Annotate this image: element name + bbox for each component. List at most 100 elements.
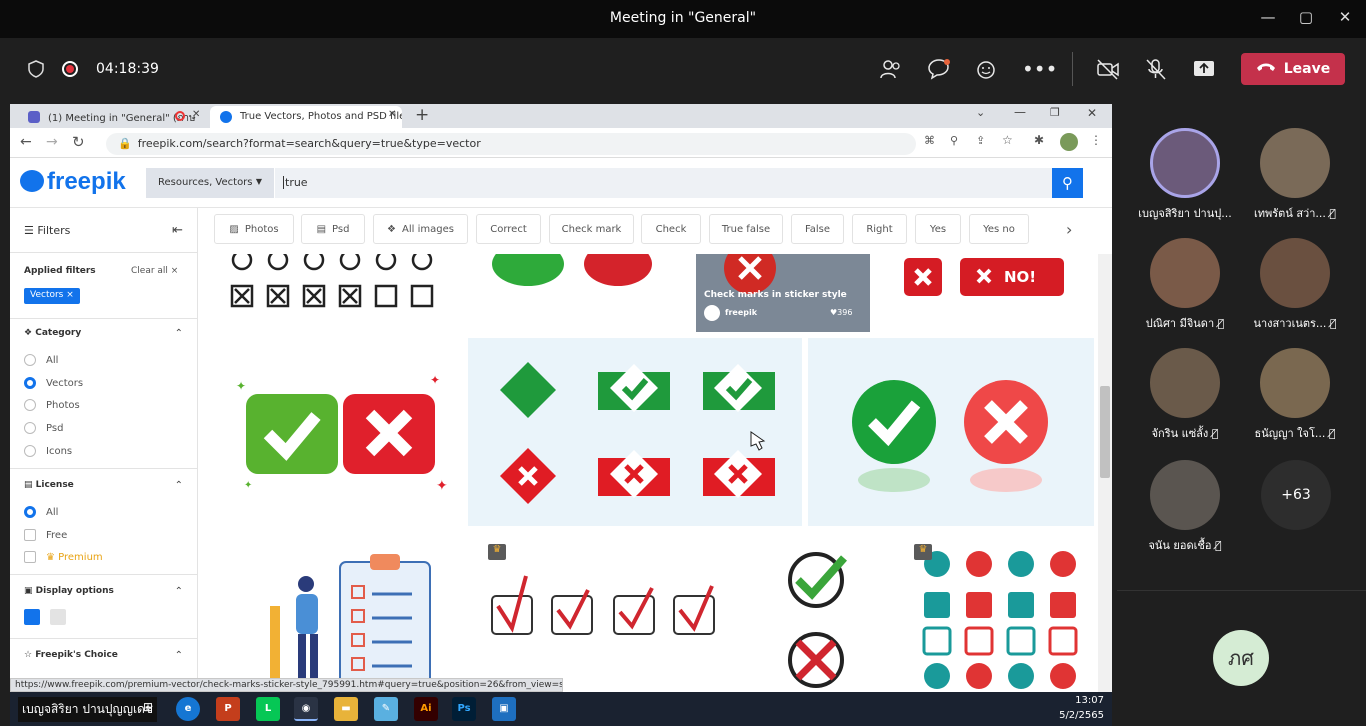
chip-correct[interactable]: Correct — [476, 214, 541, 244]
chip-check-mark[interactable]: Check mark — [549, 214, 634, 244]
share-icon[interactable]: ⇪ — [976, 134, 985, 147]
search-input[interactable]: true — [275, 168, 1053, 198]
participant-tile[interactable]: นางสาวเนตร... 🎙̸ — [1247, 238, 1343, 332]
illustrator-icon[interactable]: Ai — [414, 697, 438, 721]
result-thumbnail[interactable] — [222, 536, 470, 692]
chevron-up-icon[interactable]: ⌃ — [175, 586, 183, 597]
notepad-icon[interactable]: ✎ — [374, 697, 398, 721]
chevron-up-icon[interactable]: ⌃ — [175, 480, 183, 491]
browser-restore-button[interactable]: ❐ — [1050, 106, 1060, 119]
back-arrow-icon[interactable]: ← — [20, 134, 32, 150]
category-option-photos[interactable]: Photos — [24, 399, 80, 411]
mosaic-view-icon[interactable] — [50, 609, 66, 625]
photoshop-icon[interactable]: Ps — [452, 697, 476, 721]
chat-icon[interactable] — [926, 58, 952, 80]
search-scope-select[interactable]: Resources, Vectors ▼ — [146, 168, 274, 198]
category-option-icons[interactable]: Icons — [24, 445, 72, 457]
category-option-psd[interactable]: Psd — [24, 422, 63, 434]
self-avatar[interactable]: ภศ — [1213, 630, 1269, 686]
share-screen-icon[interactable] — [1191, 58, 1217, 80]
chip-photos[interactable]: ▨ Photos — [214, 214, 294, 244]
chip-all-images[interactable]: ❖ All images — [373, 214, 468, 244]
close-tab-icon[interactable]: ✕ — [388, 109, 396, 120]
result-thumbnail[interactable] — [468, 254, 690, 332]
profile-avatar[interactable] — [1060, 133, 1078, 151]
reload-icon[interactable]: ↻ — [72, 133, 85, 151]
result-thumbnail[interactable] — [732, 536, 896, 692]
browser-minimize-button[interactable]: — — [1014, 105, 1026, 119]
reactions-icon[interactable] — [974, 58, 1000, 80]
camera-off-icon[interactable] — [1095, 58, 1121, 80]
chevron-up-icon[interactable]: ⌃ — [175, 650, 183, 661]
license-heading[interactable]: ▤ License — [24, 480, 74, 490]
leave-button[interactable]: Leave — [1241, 53, 1345, 85]
result-thumbnail[interactable] — [210, 254, 458, 332]
mic-muted-icon[interactable] — [1143, 58, 1169, 80]
participants-icon[interactable] — [878, 58, 904, 80]
category-heading[interactable]: ❖ Category — [24, 328, 81, 338]
minimize-button[interactable]: — — [1256, 8, 1280, 30]
maximize-button[interactable]: ▢ — [1294, 8, 1318, 30]
zoom-icon[interactable]: ⚲ — [950, 134, 958, 147]
translate-icon[interactable]: ⌘ — [924, 134, 935, 147]
forward-arrow-icon[interactable]: → — [46, 134, 58, 150]
file-explorer-icon[interactable]: ▬ — [334, 697, 358, 721]
browser-menu-icon[interactable]: ⋮ — [1090, 133, 1102, 147]
chip-true-false[interactable]: True false — [709, 214, 783, 244]
chip-yes-no[interactable]: Yes no — [969, 214, 1029, 244]
browser-tab-freepik[interactable]: True Vectors, Photos and PSD file — [210, 106, 402, 128]
license-option-all[interactable]: All — [24, 506, 58, 518]
chip-check[interactable]: Check — [641, 214, 701, 244]
collapse-sidebar-icon[interactable]: ⇤ — [172, 223, 183, 238]
close-tab-icon[interactable]: ✕ — [192, 109, 200, 120]
new-tab-button[interactable]: + — [415, 105, 429, 125]
participant-tile[interactable]: เบญจสิริยา ปานปุ... — [1137, 128, 1233, 222]
vectors-filter-tag[interactable]: Vectors × — [24, 288, 80, 304]
edge-icon[interactable]: e — [176, 697, 200, 721]
participant-tile[interactable]: ธนัญญา ใจโ... 🎙̸ — [1247, 348, 1343, 442]
search-button[interactable]: ⚲ — [1052, 168, 1083, 198]
license-option-premium[interactable]: ♛ Premium — [24, 551, 103, 563]
bookmark-star-icon[interactable]: ☆ — [1002, 133, 1013, 147]
chrome-icon[interactable]: ◉ — [294, 697, 318, 721]
page-scrollbar[interactable] — [1098, 254, 1112, 692]
participant-tile[interactable]: เทพรัตน์ สว่า... 🎙̸ — [1247, 128, 1343, 222]
more-options-icon[interactable]: ••• — [1022, 58, 1057, 80]
chevron-up-icon[interactable]: ⌃ — [175, 328, 183, 339]
chip-false[interactable]: False — [791, 214, 844, 244]
scrollbar-thumb[interactable] — [1100, 386, 1110, 478]
display-options-heading[interactable]: ▣ Display options — [24, 586, 114, 596]
card-author[interactable]: freepik — [725, 308, 757, 317]
freepik-logo[interactable]: freepik — [20, 168, 126, 196]
taskbar-clock[interactable]: 13:07 5/2/2565 — [1050, 695, 1104, 721]
participant-tile[interactable]: จนัน ยอดเชื้อ 🎙̸ — [1137, 460, 1233, 554]
chip-psd[interactable]: ▤ Psd — [301, 214, 365, 244]
result-thumbnail[interactable]: ♛ — [904, 536, 1094, 692]
task-view-icon[interactable]: ⊞ — [143, 700, 153, 714]
category-option-all[interactable]: All — [24, 354, 58, 366]
result-thumbnail[interactable]: ✦ ✦ ✦ ✦ — [210, 338, 462, 526]
result-thumbnail[interactable] — [468, 338, 802, 526]
browser-close-button[interactable]: ✕ — [1087, 106, 1097, 120]
extensions-icon[interactable]: ✱ — [1034, 133, 1044, 147]
chip-yes[interactable]: Yes — [915, 214, 961, 244]
result-card-hovered[interactable]: Check marks in sticker style freepik ♥39… — [696, 254, 870, 332]
clear-all-link[interactable]: Clear all × — [131, 266, 178, 276]
tab-search-icon[interactable]: ⌄ — [976, 106, 985, 119]
url-field[interactable]: 🔒 freepik.com/search?format=search&query=… — [106, 133, 916, 155]
chevron-right-icon[interactable]: › — [1066, 220, 1072, 239]
participant-tile[interactable]: จักริน แซ่ลั้ง 🎙̸ — [1137, 348, 1233, 442]
close-window-button[interactable]: ✕ — [1333, 8, 1357, 30]
result-thumbnail[interactable]: ♛ — [478, 536, 726, 692]
result-thumbnail[interactable] — [808, 338, 1094, 526]
chip-right[interactable]: Right — [852, 214, 907, 244]
powerpoint-icon[interactable]: P — [216, 697, 240, 721]
participant-tile[interactable]: ปณิศา มีจินดา 🎙̸ — [1137, 238, 1233, 332]
freepiks-choice-heading[interactable]: ☆ Freepik's Choice — [24, 650, 118, 660]
category-option-vectors[interactable]: Vectors — [24, 377, 83, 389]
license-option-free[interactable]: Free — [24, 529, 67, 541]
more-participants-button[interactable]: +63 — [1261, 460, 1331, 530]
grid-view-icon[interactable] — [24, 609, 40, 625]
line-app-icon[interactable]: L — [256, 697, 280, 721]
photos-icon[interactable]: ▣ — [492, 697, 516, 721]
